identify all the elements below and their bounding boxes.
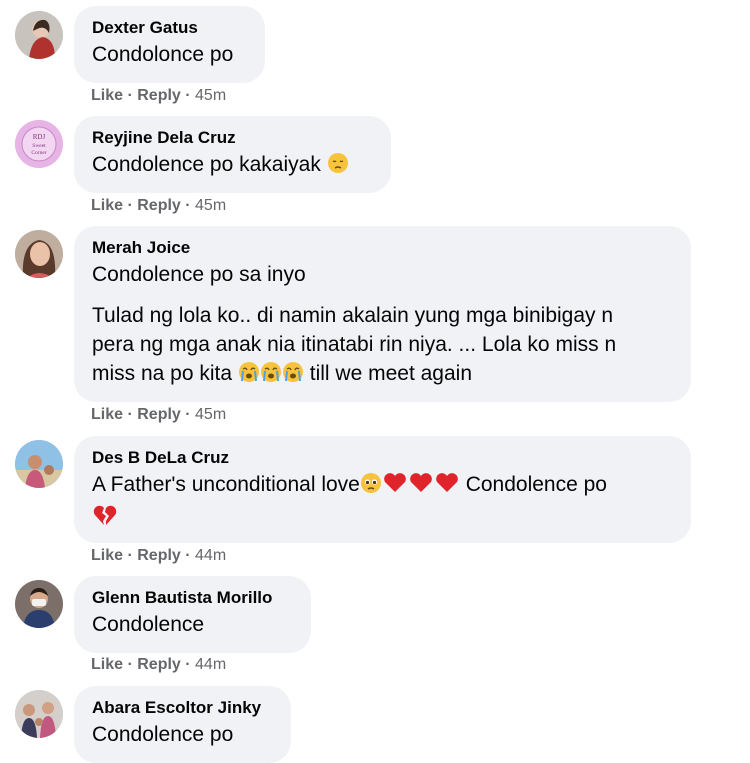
separator: · — [123, 197, 138, 214]
reply-link[interactable]: Reply — [137, 656, 181, 673]
avatar[interactable] — [15, 230, 63, 278]
red-heart-icon — [408, 472, 434, 502]
reply-link[interactable]: Reply — [137, 547, 181, 564]
comment-bubble: Reyjine Dela Cruz Condolence po kakaiyak — [74, 116, 391, 193]
separator: · — [180, 547, 196, 564]
like-link[interactable]: Like — [91, 197, 123, 214]
commenter-name[interactable]: Dexter Gatus — [92, 18, 247, 38]
avatar-photo-icon — [15, 580, 63, 628]
commenter-name[interactable]: Reyjine Dela Cruz — [92, 128, 373, 148]
separator: · — [123, 547, 138, 564]
timestamp[interactable]: 44m — [195, 656, 226, 673]
separator: · — [180, 87, 196, 104]
avatar[interactable]: RDJ Sweet Corner — [15, 120, 63, 168]
avatar[interactable] — [15, 11, 63, 59]
commenter-name[interactable]: Des B DeLa Cruz — [92, 448, 673, 468]
comment-bubble: Abara Escoltor Jinky Condolence po — [74, 686, 291, 763]
svg-text:Sweet: Sweet — [32, 143, 46, 149]
timestamp[interactable]: 44m — [195, 547, 226, 564]
separator: · — [123, 656, 138, 673]
svg-text:Corner: Corner — [31, 150, 46, 156]
avatar[interactable] — [15, 440, 63, 488]
timestamp[interactable]: 45m — [195, 87, 226, 104]
separator: · — [123, 406, 138, 423]
comment-text: Condolence po kakaiyak — [92, 151, 373, 182]
comment-bubble: Merah Joice Condolence po sa inyo Tulad … — [74, 226, 691, 402]
separator: · — [180, 406, 196, 423]
like-link[interactable]: Like — [91, 87, 123, 104]
commenter-name[interactable]: Merah Joice — [92, 238, 673, 258]
comment-text-paragraph: Tulad ng lola ko.. di namin akalain yung… — [92, 301, 673, 391]
comment-text: Condolence — [92, 613, 205, 636]
comment-text: Condolonce po — [92, 43, 234, 66]
comment-actions: Like · Reply · 45m — [91, 405, 226, 425]
comment-bubble: Glenn Bautista Morillo Condolence — [74, 576, 311, 653]
crying-face-icon — [238, 361, 260, 391]
avatar-logo-icon: RDJ Sweet Corner — [15, 120, 63, 168]
comment-text: Condolence po sa inyo — [92, 263, 306, 286]
comment-text: A Father's unconditional love Condolence… — [92, 471, 673, 502]
timestamp[interactable]: 45m — [195, 197, 226, 214]
avatar-photo-icon — [15, 11, 63, 59]
like-link[interactable]: Like — [91, 656, 123, 673]
pensive-face-icon — [327, 152, 349, 182]
separator: · — [180, 656, 196, 673]
separator: · — [123, 87, 138, 104]
comment-bubble: Dexter Gatus Condolonce po — [74, 6, 265, 83]
comment-actions: Like · Reply · 45m — [91, 86, 226, 106]
commenter-name[interactable]: Glenn Bautista Morillo — [92, 588, 293, 608]
comment-bubble: Des B DeLa Cruz A Father's unconditional… — [74, 436, 691, 543]
timestamp[interactable]: 45m — [195, 406, 226, 423]
like-link[interactable]: Like — [91, 406, 123, 423]
reply-link[interactable]: Reply — [137, 197, 181, 214]
comment-text: Condolence po — [92, 723, 234, 746]
avatar-photo-icon — [15, 230, 63, 278]
crying-face-icon — [260, 361, 282, 391]
red-heart-icon — [382, 472, 408, 502]
like-link[interactable]: Like — [91, 547, 123, 564]
red-heart-icon — [434, 472, 460, 502]
pleading-face-icon — [360, 472, 382, 502]
comment-actions: Like · Reply · 44m — [91, 655, 226, 675]
separator: · — [180, 197, 196, 214]
commenter-name[interactable]: Abara Escoltor Jinky — [92, 698, 273, 718]
avatar[interactable] — [15, 690, 63, 738]
comment-actions: Like · Reply · 45m — [91, 196, 226, 216]
reply-link[interactable]: Reply — [137, 406, 181, 423]
comment-actions: Like · Reply · 44m — [91, 546, 226, 566]
avatar-photo-icon — [15, 440, 63, 488]
crying-face-icon — [282, 361, 304, 391]
avatar-photo-icon — [15, 690, 63, 738]
logo-text: RDJ — [33, 133, 46, 141]
reply-link[interactable]: Reply — [137, 87, 181, 104]
avatar[interactable] — [15, 580, 63, 628]
broken-heart-icon — [92, 503, 118, 532]
